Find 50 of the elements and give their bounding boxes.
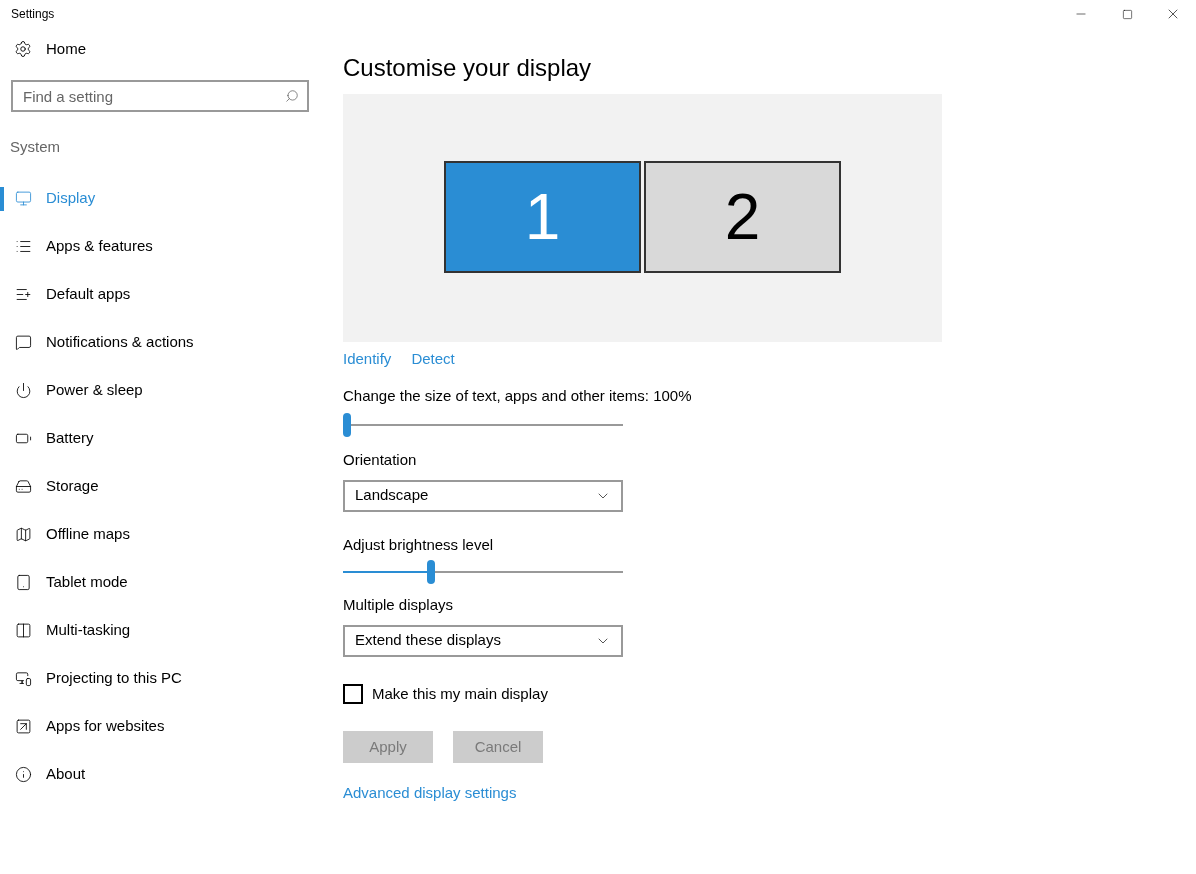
list-icon bbox=[15, 238, 32, 255]
nav-item[interactable]: Default apps bbox=[0, 283, 131, 306]
nav-item[interactable]: Apps for websites bbox=[0, 715, 165, 738]
nav-item[interactable]: Multi-tasking bbox=[0, 619, 131, 642]
window-icon bbox=[15, 622, 32, 639]
nav-item[interactable]: Storage bbox=[0, 475, 99, 498]
settings-icon bbox=[14, 40, 32, 58]
monitor-icon bbox=[15, 190, 32, 207]
nav-item[interactable]: Notifications & actions bbox=[0, 331, 194, 354]
setting-label: Adjust brightness level bbox=[343, 534, 495, 555]
nav-item[interactable]: Offline maps bbox=[0, 523, 130, 546]
page-title: Customise your display bbox=[343, 53, 593, 83]
slider[interactable] bbox=[343, 560, 623, 584]
slider-thumb[interactable] bbox=[427, 560, 436, 584]
slider-thumb[interactable] bbox=[343, 413, 351, 437]
search-icon bbox=[285, 89, 299, 103]
display-tile[interactable]: 2 bbox=[644, 161, 841, 273]
nav-item[interactable]: Apps & features bbox=[0, 235, 153, 258]
window-title: Settings bbox=[10, 6, 55, 23]
nav-item[interactable]: Tablet mode bbox=[0, 571, 128, 594]
map-icon bbox=[15, 526, 32, 543]
home-nav-item[interactable]: Home bbox=[0, 32, 320, 66]
list-icon bbox=[15, 286, 32, 303]
field-label: Orientation bbox=[343, 450, 418, 470]
tablet-icon bbox=[15, 574, 32, 591]
drive-icon bbox=[15, 478, 32, 495]
field-label: Multiple displays bbox=[343, 595, 455, 615]
advanced-settings-link[interactable]: Advanced display settings bbox=[343, 782, 517, 805]
link[interactable]: Identify bbox=[343, 348, 392, 371]
nav-item[interactable]: Projecting to this PC bbox=[0, 667, 182, 690]
multiple-displays-dropdown[interactable]: Extend these displays bbox=[343, 624, 623, 657]
search-field[interactable]: Find a setting bbox=[11, 80, 309, 112]
maximize-icon bbox=[1121, 8, 1133, 20]
display-tile[interactable]: 1 bbox=[444, 161, 641, 273]
slider[interactable] bbox=[343, 413, 623, 437]
checkbox-label: Make this my main display bbox=[372, 683, 548, 704]
arrow-box-icon bbox=[15, 718, 32, 735]
checkbox[interactable] bbox=[343, 683, 363, 704]
nav-item[interactable]: About bbox=[0, 763, 86, 786]
setting-label: Change the size of text, apps and other items: 100% bbox=[343, 385, 693, 406]
power-icon bbox=[15, 382, 32, 399]
nav-item[interactable]: Battery bbox=[0, 427, 94, 450]
nav-item[interactable]: Display bbox=[0, 187, 96, 210]
devices-icon bbox=[15, 670, 32, 687]
section-heading: System bbox=[10, 137, 61, 157]
speech-bubble-icon bbox=[15, 334, 32, 351]
info-icon bbox=[15, 766, 32, 783]
nav-item[interactable]: Power & sleep bbox=[0, 379, 143, 402]
orientation-dropdown[interactable]: Landscape bbox=[343, 479, 623, 512]
link[interactable]: Detect bbox=[411, 348, 455, 371]
